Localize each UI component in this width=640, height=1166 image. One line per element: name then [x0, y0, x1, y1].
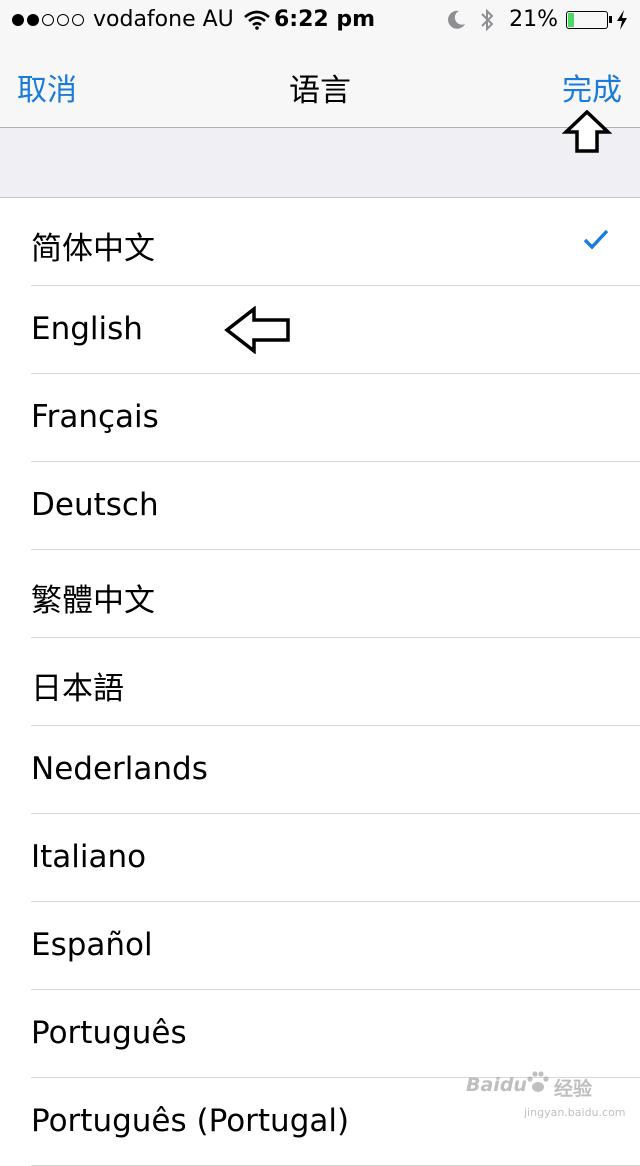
- wifi-icon: [243, 10, 270, 30]
- charging-bolt-icon: [617, 9, 627, 30]
- language-row[interactable]: 繁體中文: [0, 550, 640, 638]
- language-label: English: [31, 311, 143, 347]
- language-row[interactable]: Deutsch: [0, 462, 640, 550]
- language-label: Português: [31, 1015, 187, 1051]
- language-row[interactable]: 简体中文: [0, 198, 640, 286]
- annotation-left-arrow: [224, 306, 290, 354]
- language-row[interactable]: Italiano: [0, 814, 640, 902]
- language-label: Français: [31, 399, 159, 435]
- battery-percent: 21%: [509, 7, 558, 32]
- language-label: Deutsch: [31, 487, 159, 523]
- language-row[interactable]: Español: [0, 902, 640, 990]
- watermark-brand: Baidu: [466, 1074, 527, 1096]
- watermark-url: jingyan.baidu.com: [524, 1106, 626, 1119]
- language-label: 简体中文: [31, 231, 155, 267]
- battery-tip: [609, 16, 612, 23]
- status-bar-left: vodafone AU: [12, 7, 270, 32]
- signal-dot: [72, 13, 84, 26]
- language-label: 日本語: [31, 671, 124, 707]
- signal-dot: [42, 13, 54, 26]
- signal-dot: [12, 13, 24, 26]
- annotation-up-arrow: [562, 110, 612, 153]
- signal-dot: [57, 13, 69, 26]
- status-time: 6:22 pm: [274, 7, 376, 32]
- done-button[interactable]: 完成: [562, 65, 622, 109]
- language-row[interactable]: Português: [0, 990, 640, 1078]
- page-title: 语言: [289, 73, 351, 109]
- language-row[interactable]: Nederlands: [0, 726, 640, 814]
- signal-dot: [27, 13, 39, 26]
- bluetooth-icon: [481, 8, 494, 31]
- baidu-watermark: Baidu 经验 jingyan.baidu.com: [466, 1066, 636, 1132]
- language-label: Italiano: [31, 839, 147, 875]
- carrier-name: vodafone AU: [93, 7, 234, 32]
- language-label: Português (Portugal): [31, 1103, 350, 1139]
- language-row[interactable]: Français: [0, 374, 640, 462]
- language-label: Nederlands: [31, 751, 208, 787]
- language-label: Español: [31, 927, 153, 963]
- battery-level: [568, 12, 575, 27]
- status-bar: vodafone AU 6:22 pm 21%: [0, 0, 640, 40]
- battery-icon: [566, 10, 608, 29]
- language-row[interactable]: English: [0, 286, 640, 374]
- moon-icon: [448, 10, 466, 29]
- section-spacer: [0, 128, 640, 198]
- watermark-subtitle: 经验: [554, 1078, 593, 1100]
- language-label: 繁體中文: [31, 583, 155, 619]
- paw-icon: [527, 1071, 549, 1092]
- language-list: 简体中文 English Français Deutsch 繁體中文日本語 Nederla…: [0, 198, 640, 1166]
- checkmark-icon: [583, 229, 609, 250]
- language-row[interactable]: 日本語: [0, 638, 640, 726]
- navigation-bar: 取消 语言 完成: [0, 40, 640, 128]
- status-bar-right: 21%: [445, 7, 628, 32]
